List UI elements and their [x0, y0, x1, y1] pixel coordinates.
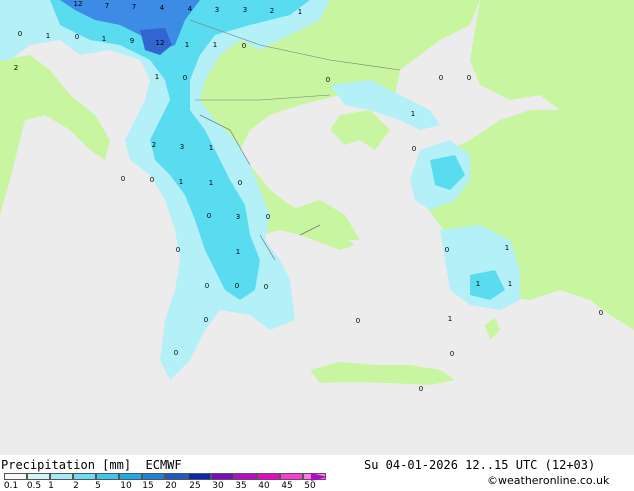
precip-value-label: 1 — [209, 179, 213, 187]
precip-value-label: 1 — [236, 248, 240, 256]
precip-value-label: 0 — [242, 42, 246, 50]
precip-value-label: 1 — [448, 315, 452, 323]
precip-value-label: 9 — [130, 37, 134, 45]
precip-value-label: 0 — [599, 309, 603, 317]
precip-value-label: 0 — [238, 179, 242, 187]
precip-value-label: 7 — [132, 3, 136, 11]
precip-value-label: 0 — [205, 282, 209, 290]
legend-swatch — [165, 473, 188, 480]
legend-swatch — [257, 473, 280, 480]
precip-value-label: 1 — [46, 32, 50, 40]
precip-value-label: 0 — [174, 349, 178, 357]
precip-value-label: 0 — [207, 212, 211, 220]
precip-value-label: 0 — [450, 350, 454, 358]
precip-value-label: 1 — [209, 144, 213, 152]
legend-swatch — [188, 473, 211, 480]
legend-swatch — [96, 473, 119, 480]
legend-swatch — [142, 473, 165, 480]
precip-value-label: 1 — [102, 35, 106, 43]
legend-swatch — [119, 473, 142, 480]
precip-value-label: 12 — [156, 39, 165, 47]
precip-value-label: 3 — [215, 6, 219, 14]
precip-value-label: 3 — [180, 143, 184, 151]
precip-value-label: 0 — [467, 74, 471, 82]
precip-value-label: 3 — [236, 213, 240, 221]
precip-value-label: 1 — [476, 280, 480, 288]
legend-swatch — [73, 473, 96, 480]
precip-value-label: 0 — [176, 246, 180, 254]
precip-value-label: 0 — [75, 33, 79, 41]
precip-value-label: 0 — [326, 76, 330, 84]
valid-time: Su 04-01-2026 12..15 UTC (12+03) — [364, 458, 596, 472]
precip-value-label: 0 — [183, 74, 187, 82]
precip-value-label: 12 — [74, 0, 83, 8]
precip-value-label: 0 — [419, 385, 423, 393]
precip-value-label: 3 — [243, 6, 247, 14]
precip-value-label: 1 — [505, 244, 509, 252]
precip-value-label: 1 — [155, 73, 159, 81]
title-text: Precipitation [mm] — [1, 458, 132, 472]
precip-value-label: 0 — [121, 175, 125, 183]
precip-value-label: 0 — [150, 176, 154, 184]
model-text: ECMWF — [145, 458, 182, 472]
precip-value-label: 1 — [411, 110, 415, 118]
precip-value-label: 0 — [356, 317, 360, 325]
legend-swatch — [4, 473, 27, 480]
precipitation-map: 12 7 7 4 4 3 3 2 1 0 1 0 1 9 12 1 1 0 2 1 0 0 0 0 1 2 3 1 0 0 0 1 1 0 0 3 0 0… — [0, 0, 634, 455]
precip-value-label: 2 — [14, 64, 18, 72]
precip-value-label: 4 — [188, 5, 193, 13]
precip-value-label: 0 — [445, 246, 449, 254]
precip-value-label: 1 — [298, 8, 302, 16]
legend-arrow — [311, 473, 327, 481]
precip-value-label: 0 — [266, 213, 270, 221]
legend-swatch — [234, 473, 257, 480]
precip-value-label: 1 — [213, 41, 217, 49]
legend-swatch — [211, 473, 234, 480]
precip-value-label: 7 — [105, 2, 109, 10]
precip-value-label: 0 — [412, 145, 416, 153]
precip-value-label: 1 — [185, 41, 189, 49]
precip-value-label: 2 — [152, 141, 156, 149]
precip-value-label: 0 — [204, 316, 208, 324]
precip-value-label: 0 — [439, 74, 443, 82]
precip-value-label: 1 — [179, 178, 183, 186]
precip-value-label: 0 — [264, 283, 268, 291]
precip-value-label: 1 — [508, 280, 512, 288]
legend-swatch — [50, 473, 73, 480]
title-label: Precipitation [mm] ECMWF — [1, 458, 182, 472]
precip-value-label: 4 — [160, 4, 165, 12]
precip-value-label: 2 — [270, 7, 274, 15]
legend-swatch — [27, 473, 50, 480]
legend-swatch — [280, 473, 303, 480]
precip-value-label: 0 — [235, 282, 239, 290]
precip-value-label: 0 — [18, 30, 22, 38]
